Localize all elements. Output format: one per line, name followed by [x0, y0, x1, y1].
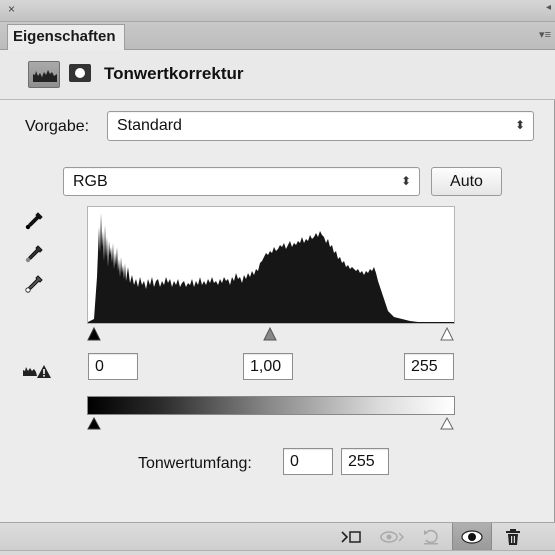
dropdown-arrows-icon: ⬍	[400, 174, 411, 188]
output-black-field[interactable]: 0	[283, 448, 333, 475]
dropdown-arrows-icon: ⬍	[514, 118, 525, 132]
gamma-input-handle[interactable]	[263, 326, 277, 341]
white-input-handle[interactable]	[440, 326, 454, 341]
reset-button[interactable]	[414, 523, 448, 550]
close-icon[interactable]: ×	[8, 2, 15, 16]
reset-adjustments-icon	[424, 529, 438, 545]
panel-bottom-edge	[0, 550, 555, 555]
channel-value: RGB	[73, 173, 108, 190]
histogram-graph	[88, 213, 454, 323]
black-point-eyedropper-icon[interactable]	[23, 210, 45, 232]
collapse-icon[interactable]: ◂	[546, 2, 551, 13]
clip-to-layer-icon	[341, 531, 361, 543]
clipping-warning-icon[interactable]	[22, 362, 56, 380]
clip-to-layer-button[interactable]	[334, 523, 368, 550]
layer-mask-icon[interactable]	[69, 64, 91, 82]
input-gamma-field[interactable]: 1,00	[243, 353, 293, 380]
eye-icon	[461, 530, 483, 544]
tab-bar: Eigenschaften ▾≡	[0, 22, 555, 51]
adjustment-header: Tonwertkorrektur	[0, 50, 555, 100]
input-levels-slider[interactable]	[87, 324, 455, 342]
output-white-field[interactable]: 255	[341, 448, 389, 475]
channel-dropdown[interactable]: RGB ⬍	[63, 167, 420, 196]
tab-eigenschaften[interactable]: Eigenschaften	[7, 24, 125, 51]
preset-label: Vorgabe:	[25, 118, 90, 135]
view-previous-button[interactable]	[376, 523, 410, 550]
white-point-eyedropper-icon[interactable]	[23, 273, 45, 295]
preset-dropdown[interactable]: Standard ⬍	[107, 111, 534, 141]
adjustment-title: Tonwertkorrektur	[104, 64, 244, 83]
black-output-handle[interactable]	[87, 416, 101, 430]
panel-toolbar	[0, 522, 555, 550]
input-white-field[interactable]: 255	[404, 353, 454, 380]
panel-title-bar: × ◂	[0, 0, 555, 22]
output-levels-label: Tonwertumfang:	[138, 455, 252, 472]
histogram	[87, 206, 455, 324]
output-gradient-bar	[87, 396, 455, 415]
levels-histogram-icon[interactable]	[28, 61, 60, 88]
input-black-field[interactable]: 0	[88, 353, 138, 380]
auto-button[interactable]: Auto	[431, 167, 502, 196]
black-input-handle[interactable]	[87, 326, 101, 341]
view-previous-state-icon	[380, 531, 405, 543]
output-levels-slider[interactable]	[87, 415, 455, 431]
panel-menu-icon[interactable]: ▾≡	[539, 28, 551, 41]
delete-button[interactable]	[496, 523, 530, 550]
preset-value: Standard	[117, 117, 182, 134]
properties-panel: × ◂ Eigenschaften ▾≡ Tonwertkorrektur Vo…	[0, 0, 555, 555]
white-output-handle[interactable]	[440, 416, 454, 430]
toggle-visibility-button[interactable]	[452, 523, 492, 550]
gray-point-eyedropper-icon[interactable]	[23, 243, 45, 265]
trash-icon	[506, 529, 520, 545]
